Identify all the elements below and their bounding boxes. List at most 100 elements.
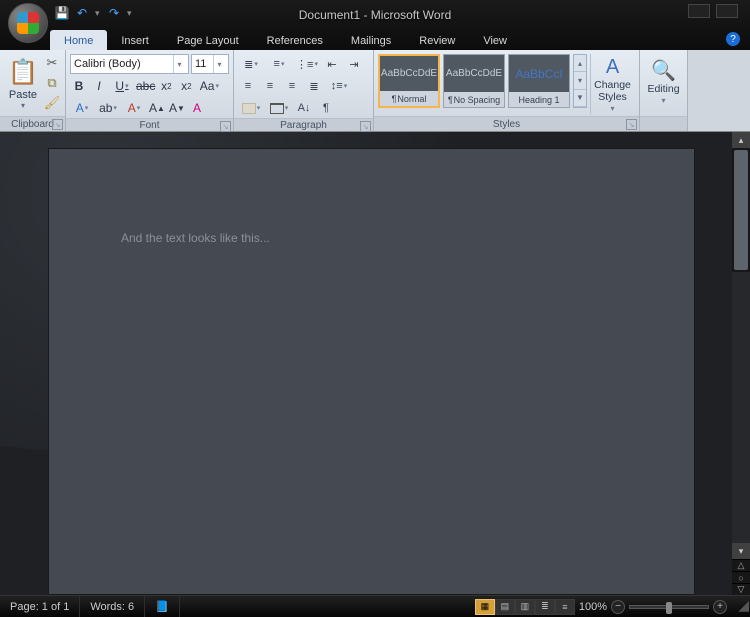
select-browse-object-icon[interactable]: ○ — [732, 571, 750, 583]
borders-button[interactable] — [266, 98, 292, 118]
shrink-font-button[interactable]: A▼ — [168, 99, 186, 117]
tab-references[interactable]: References — [253, 30, 337, 50]
tab-view[interactable]: View — [469, 30, 521, 50]
ribbon: 📋 Paste ▾ ✂ ⧉ 🖌 Clipboard ↘ Calibri (Bod… — [0, 50, 750, 132]
print-layout-view-icon[interactable]: ▦ — [475, 599, 495, 615]
cut-icon[interactable]: ✂ — [44, 55, 60, 71]
chevron-down-icon: ▾ — [610, 105, 614, 114]
document-text: And the text looks like this... — [121, 231, 622, 245]
tab-mailings[interactable]: Mailings — [337, 30, 405, 50]
highlight-button[interactable]: ab — [96, 99, 120, 117]
bold-button[interactable]: B — [70, 77, 88, 95]
scroll-thumb[interactable] — [734, 150, 748, 270]
copy-icon[interactable]: ⧉ — [44, 75, 60, 91]
styles-launcher-icon[interactable]: ↘ — [626, 119, 637, 130]
format-painter-icon[interactable]: 🖌 — [44, 95, 60, 111]
scroll-down-icon[interactable]: ▾ — [732, 543, 750, 559]
minimize-button[interactable] — [688, 4, 710, 18]
group-clipboard-title: Clipboard — [11, 119, 54, 130]
qat-customize-icon[interactable]: ▾ — [127, 8, 133, 19]
zoom-in-button[interactable]: + — [713, 600, 727, 614]
styles-row-down[interactable]: ▾ — [574, 72, 586, 89]
prev-page-icon[interactable]: △ — [732, 559, 750, 571]
style-heading1-preview: AaBbCcI — [509, 55, 569, 92]
vertical-scrollbar[interactable]: ▴ ▾ △ ○ ▽ — [732, 132, 750, 595]
show-marks-button[interactable]: ¶ — [316, 98, 336, 118]
editing-button[interactable]: 🔍 Editing ▾ — [644, 52, 683, 112]
paste-icon: 📋 — [8, 58, 38, 87]
style-normal[interactable]: AaBbCcDdE ¶Normal — [378, 54, 440, 108]
paragraph-launcher-icon[interactable]: ↘ — [360, 121, 371, 132]
full-screen-reading-view-icon[interactable]: ▤ — [495, 599, 515, 615]
justify-button[interactable]: ≣ — [304, 76, 324, 96]
tab-home[interactable]: Home — [50, 30, 107, 50]
line-spacing-button[interactable]: ↕≡ — [326, 76, 352, 96]
superscript-button[interactable]: x2 — [177, 77, 195, 95]
font-color-button[interactable]: A — [122, 99, 146, 117]
font-size-combo[interactable]: 11 ▾ — [191, 54, 229, 74]
outline-view-icon[interactable]: ≣ — [535, 599, 555, 615]
undo-dropdown-icon[interactable]: ▾ — [95, 8, 101, 19]
office-button[interactable] — [8, 3, 48, 43]
pilcrow-icon: ¶ — [392, 94, 397, 104]
tab-review[interactable]: Review — [405, 30, 469, 50]
align-center-button[interactable]: ≡ — [260, 76, 280, 96]
multilevel-list-button[interactable]: ⋮≡ — [294, 54, 320, 74]
font-name-combo[interactable]: Calibri (Body) ▾ — [70, 54, 189, 74]
increase-indent-button[interactable]: ⇥ — [344, 54, 364, 74]
status-words[interactable]: Words: 6 — [80, 596, 145, 617]
styles-expand[interactable]: ▼ — [574, 90, 586, 107]
italic-button[interactable]: I — [90, 77, 108, 95]
draft-view-icon[interactable]: ≡ — [555, 599, 575, 615]
paste-button[interactable]: 📋 Paste ▾ — [4, 52, 42, 116]
next-page-icon[interactable]: ▽ — [732, 583, 750, 595]
chevron-down-icon: ▾ — [661, 97, 665, 106]
clipboard-launcher-icon[interactable]: ↘ — [52, 119, 63, 130]
subscript-button[interactable]: x2 — [157, 77, 175, 95]
decrease-indent-button[interactable]: ⇤ — [322, 54, 342, 74]
grow-font-button[interactable]: A▲ — [148, 99, 166, 117]
font-launcher-icon[interactable]: ↘ — [220, 121, 231, 132]
browse-object-nav: △ ○ ▽ — [732, 559, 750, 595]
save-icon[interactable]: 💾 — [55, 6, 69, 20]
resize-grip-icon[interactable]: ◢ — [735, 599, 750, 614]
underline-button[interactable]: U — [110, 77, 134, 95]
maximize-button[interactable] — [716, 4, 738, 18]
scroll-track[interactable] — [732, 272, 750, 543]
styles-gallery-nav: ▴ ▾ ▼ — [573, 54, 587, 108]
chevron-down-icon: ▾ — [213, 55, 225, 73]
sort-button[interactable]: A↓ — [294, 98, 314, 118]
document-page[interactable]: And the text looks like this... — [48, 148, 695, 595]
styles-row-up[interactable]: ▴ — [574, 55, 586, 72]
tab-page-layout[interactable]: Page Layout — [163, 30, 253, 50]
clear-formatting-button[interactable]: A — [188, 99, 206, 117]
bullets-button[interactable]: ≣ — [238, 54, 264, 74]
align-right-button[interactable]: ≡ — [282, 76, 302, 96]
group-paragraph-title: Paragraph — [280, 120, 327, 131]
status-proof-icon[interactable]: 📘 — [145, 596, 180, 617]
title-bar: 💾 ↶ ▾ ↷ ▾ Document1 - Microsoft Word Hom… — [0, 0, 750, 50]
strikethrough-button[interactable]: abc — [136, 77, 155, 95]
help-icon[interactable]: ? — [726, 32, 740, 46]
style-no-spacing[interactable]: AaBbCcDdE ¶No Spacing — [443, 54, 505, 108]
zoom-slider[interactable] — [629, 605, 709, 609]
shading-button[interactable] — [238, 98, 264, 118]
undo-icon[interactable]: ↶ — [75, 6, 89, 20]
numbering-button[interactable]: ≡ — [266, 54, 292, 74]
redo-icon[interactable]: ↷ — [107, 6, 121, 20]
web-layout-view-icon[interactable]: ▥ — [515, 599, 535, 615]
chevron-down-icon: ▾ — [173, 55, 185, 73]
style-heading1[interactable]: AaBbCcI Heading 1 — [508, 54, 570, 108]
status-page[interactable]: Page: 1 of 1 — [0, 596, 80, 617]
group-editing-title — [662, 119, 665, 130]
text-effects-button[interactable]: A — [70, 99, 94, 117]
zoom-out-button[interactable]: − — [611, 600, 625, 614]
group-font-title: Font — [139, 120, 159, 131]
align-left-button[interactable]: ≡ — [238, 76, 258, 96]
tab-insert[interactable]: Insert — [107, 30, 163, 50]
group-clipboard: 📋 Paste ▾ ✂ ⧉ 🖌 Clipboard ↘ — [0, 50, 66, 131]
zoom-level[interactable]: 100% — [579, 601, 607, 613]
change-styles-button[interactable]: A Change Styles ▾ — [590, 54, 634, 114]
change-case-button[interactable]: Aa — [197, 77, 221, 95]
scroll-up-icon[interactable]: ▴ — [732, 132, 750, 148]
